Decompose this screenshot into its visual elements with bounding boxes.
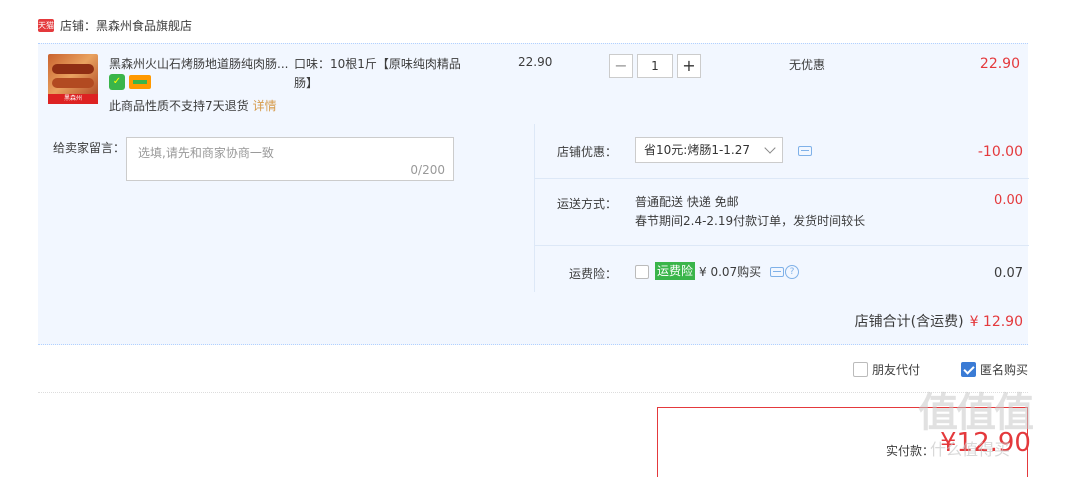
- insurance-checkbox[interactable]: [635, 265, 649, 279]
- message-char-count: 0/200: [410, 163, 445, 177]
- no-return-text: 此商品性质不支持7天退货: [109, 99, 249, 113]
- friend-pay-option[interactable]: 朋友代付: [853, 361, 920, 378]
- product-title[interactable]: 黑森州火山石烤肠地道肠纯肉肠...: [109, 55, 289, 72]
- no-return-notice: 此商品性质不支持7天退货 详情: [109, 97, 277, 114]
- order-options-panel: 给卖家留言： 选填,请先和商家协商一致 0/200 店铺优惠： 省10元:烤肠1…: [38, 124, 1029, 345]
- quantity-stepper: − 1 +: [609, 54, 701, 78]
- shop-discount-row: 店铺优惠： 省10元:烤肠1-1.27 -10.00: [535, 124, 1029, 179]
- guarantee-icon[interactable]: ✓: [109, 74, 125, 90]
- qty-minus-button[interactable]: −: [609, 54, 633, 78]
- message-label: 给卖家留言：: [53, 141, 126, 155]
- shop-discount-label: 店铺优惠：: [556, 145, 617, 159]
- chevron-down-icon: [764, 142, 776, 154]
- details-link[interactable]: 详情: [253, 99, 277, 113]
- shop-header: 天猫 店铺：黑森州食品旗舰店: [38, 16, 192, 34]
- shop-total: 店铺合计(含运费) ¥ 12.90: [855, 311, 1023, 331]
- qty-input[interactable]: 1: [637, 54, 673, 78]
- coupon-chat-icon[interactable]: [798, 146, 812, 156]
- anonymous-option[interactable]: 匿名购买: [961, 361, 1028, 378]
- help-icon[interactable]: ?: [785, 265, 799, 279]
- anonymous-checkbox[interactable]: [961, 362, 976, 377]
- watermark-site: 什么值得买: [930, 440, 1011, 459]
- qty-plus-button[interactable]: +: [677, 54, 701, 78]
- shop-total-label: 店铺合计(含运费): [854, 314, 964, 330]
- item-subtotal: 22.90: [979, 56, 1020, 72]
- tmall-icon: 天猫: [38, 18, 54, 32]
- watermark-logo: 值值值: [918, 390, 1034, 436]
- shipping-info: 普通配送 快递 免邮 春节期间2.4-2.19付款订单，发货时间较长: [635, 193, 865, 231]
- credit-card-icon[interactable]: [129, 75, 151, 89]
- insurance-tag: 运费险: [655, 262, 696, 280]
- insurance-row: 运费险： 运费险 ¥ 0.07购买 ? 0.07: [535, 246, 1029, 292]
- item-discount: 无优惠: [789, 58, 826, 72]
- insurance-chat-icon[interactable]: [770, 267, 784, 277]
- order-settings: 店铺优惠： 省10元:烤肠1-1.27 -10.00 运送方式： 普通配送 快递…: [534, 124, 1029, 292]
- shipping-label: 运送方式：: [556, 197, 617, 211]
- product-spec: 口味：10根1斤【原味纯肉精品肠】: [294, 57, 461, 90]
- payment-label: 实付款：: [886, 444, 935, 458]
- shop-discount-select[interactable]: 省10元:烤肠1-1.27: [635, 137, 783, 163]
- cart-item-row: 黑森州 黑森州火山石烤肠地道肠纯肉肠... ✓ 此商品性质不支持7天退货 详情 口…: [38, 43, 1028, 124]
- shipping-row: 运送方式： 普通配送 快递 免邮 春节期间2.4-2.19付款订单，发货时间较长…: [535, 179, 1029, 246]
- insurance-value: 0.07: [994, 266, 1023, 281]
- message-input[interactable]: 选填,请先和商家协商一致 0/200: [126, 137, 454, 181]
- unit-price: 22.90: [518, 55, 553, 69]
- divider: [38, 392, 1028, 393]
- shipping-note: 春节期间2.4-2.19付款订单，发货时间较长: [635, 214, 866, 228]
- anonymous-label: 匿名购买: [980, 363, 1029, 377]
- insurance-price: ¥ 0.07购买: [699, 265, 762, 279]
- friend-pay-label: 朋友代付: [872, 363, 921, 377]
- shipping-method: 普通配送 快递 免邮: [635, 195, 739, 209]
- thumbnail-tag: 黑森州: [48, 94, 98, 104]
- shop-discount-selected: 省10元:烤肠1-1.27: [644, 143, 750, 157]
- shop-total-value: ¥ 12.90: [969, 314, 1023, 330]
- service-badges: ✓: [109, 74, 151, 90]
- shop-name[interactable]: 店铺：黑森州食品旗舰店: [60, 17, 192, 34]
- friend-pay-checkbox[interactable]: [853, 362, 868, 377]
- sausage-image: [52, 64, 94, 74]
- insurance-label: 运费险：: [568, 267, 617, 281]
- shipping-value: 0.00: [994, 193, 1023, 208]
- message-placeholder: 选填,请先和商家协商一致: [138, 146, 274, 160]
- shop-discount-value: -10.00: [977, 144, 1023, 160]
- product-thumbnail[interactable]: 黑森州: [48, 54, 98, 104]
